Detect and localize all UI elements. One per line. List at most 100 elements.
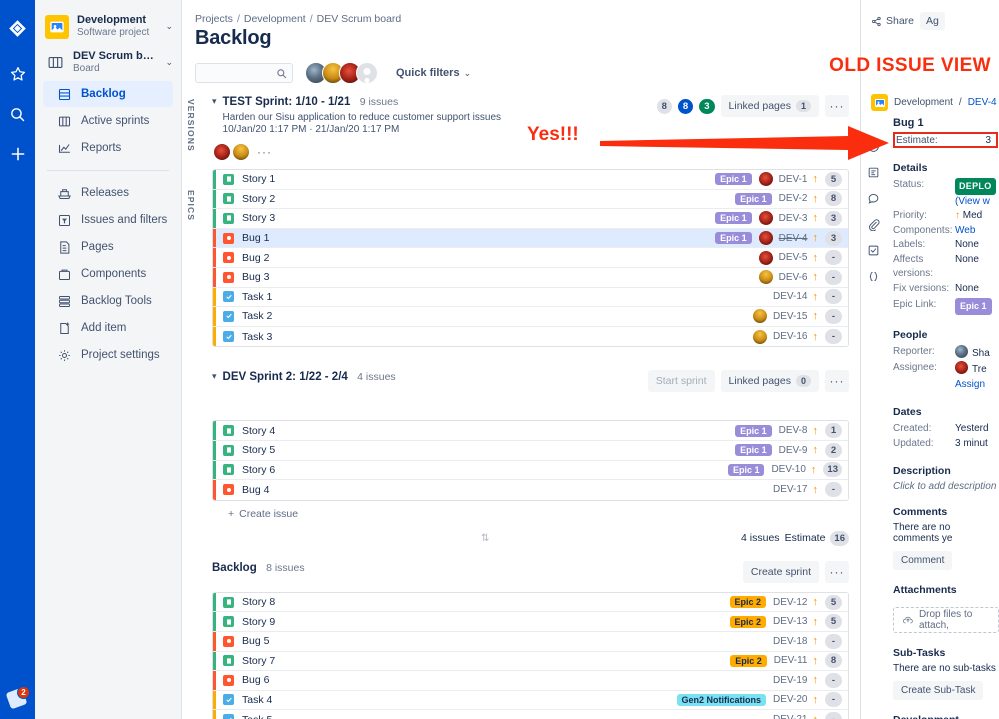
comment-button[interactable]: Comment (893, 551, 953, 570)
priority-medium-icon[interactable]: ↑ (813, 444, 819, 456)
issue-key[interactable]: DEV-16 (773, 331, 807, 342)
table-row[interactable]: Task 3 DEV-16 ↑ - (213, 326, 848, 347)
project-header[interactable]: Development Software project ⌄ (35, 8, 181, 45)
section-more-button[interactable]: ··· (825, 560, 849, 583)
epic-tag[interactable]: Epic 1 (715, 212, 752, 225)
sidebar-item-active-sprints[interactable]: Active sprints (43, 108, 173, 134)
issue-key[interactable]: DEV-6 (779, 272, 808, 283)
epic-link-chip[interactable]: Epic 1 (955, 298, 992, 315)
sidebar-item-reports[interactable]: Reports (43, 135, 173, 161)
epic-tag[interactable]: Epic 1 (727, 463, 765, 476)
epic-tag[interactable]: Epic 1 (715, 173, 752, 186)
priority-medium-icon[interactable]: ↑ (813, 694, 819, 706)
status-badge[interactable]: DEPLO (955, 178, 996, 195)
estimate-badge[interactable]: 2 (825, 442, 842, 458)
epic-tag[interactable]: Epic 2 (729, 596, 767, 609)
issue-key[interactable]: DEV-2 (779, 193, 808, 204)
table-row[interactable]: Task 4 Gen2 Notifications DEV-20 ↑ - (213, 690, 848, 711)
jira-logo-icon[interactable] (0, 8, 35, 48)
priority-medium-icon[interactable]: ↑ (813, 655, 819, 667)
issue-key[interactable]: DEV-11 (774, 655, 808, 666)
estimate-badge[interactable]: 8 (825, 191, 842, 207)
breadcrumb-development[interactable]: Development (244, 13, 306, 25)
epic-tag[interactable]: Epic 1 (735, 424, 772, 437)
priority-medium-icon[interactable]: ↑ (813, 271, 819, 283)
priority-medium-icon[interactable]: ↑ (813, 596, 819, 608)
chevron-down-icon[interactable]: ⌄ (165, 21, 175, 32)
table-row[interactable]: Bug 2 DEV-5 ↑ - (213, 248, 848, 268)
search-input-wrapper[interactable] (195, 63, 293, 83)
detail-issue-key[interactable]: DEV-4 (968, 97, 997, 108)
sidebar-item-releases[interactable]: Releases (43, 180, 173, 206)
table-row[interactable]: Bug 5 DEV-18 ↑ - (213, 631, 848, 652)
issue-key[interactable]: DEV-18 (773, 636, 807, 647)
collapse-toggle[interactable]: ▾ (212, 94, 223, 107)
priority-medium-icon[interactable]: ↑ (813, 714, 819, 719)
search-icon[interactable] (0, 94, 35, 134)
table-row[interactable]: Story 8 Epic 2 DEV-12 ↑ 5 (213, 592, 848, 613)
board-header[interactable]: DEV Scrum bo... Board ⌄ (35, 45, 181, 80)
table-row[interactable]: Bug 1 Epic 1 DEV-4 ↑ 3 (213, 228, 848, 249)
avatar[interactable] (758, 211, 773, 226)
assign-link[interactable]: Assign (955, 378, 985, 393)
estimate-badge[interactable]: 5 (825, 614, 842, 630)
view-workflow-link[interactable]: (View w (955, 195, 990, 210)
epic-tag[interactable]: Epic 1 (735, 444, 772, 457)
sidebar-item-backlog-tools[interactable]: Backlog Tools (43, 288, 173, 314)
priority-medium-icon[interactable]: ↑ (813, 331, 819, 343)
sidebar-item-add-item[interactable]: Add item (43, 315, 173, 341)
issue-key[interactable]: DEV-9 (779, 445, 808, 456)
create-sprint-button[interactable]: Create sprint (742, 560, 819, 583)
priority-medium-icon[interactable]: ↑ (813, 484, 819, 496)
table-row[interactable]: Story 5 Epic 1 DEV-9 ↑ 2 (213, 440, 848, 461)
estimate-badge[interactable]: - (825, 329, 842, 345)
status-count-badge[interactable]: 8 (677, 98, 694, 114)
issue-key[interactable]: DEV-14 (773, 291, 807, 302)
issue-key[interactable]: DEV-1 (779, 174, 808, 185)
create-subtask-button[interactable]: Create Sub-Task (893, 681, 984, 700)
priority-medium-icon[interactable]: ↑ (813, 291, 819, 303)
priority-medium-icon[interactable]: ↑ (813, 635, 819, 647)
priority-medium-icon[interactable]: ↑ (813, 252, 819, 264)
epic-tag[interactable]: Gen2 Notifications (676, 693, 767, 706)
estimate-badge[interactable]: - (825, 250, 842, 266)
table-row[interactable]: Task 1 DEV-14 ↑ - (213, 287, 848, 308)
table-row[interactable]: Story 9 Epic 2 DEV-13 ↑ 5 (213, 612, 848, 632)
avatar[interactable] (753, 309, 768, 324)
issue-key[interactable]: DEV-17 (773, 484, 807, 495)
estimate-badge[interactable]: - (825, 308, 842, 324)
priority-medium-icon[interactable]: ↑ (813, 173, 819, 185)
estimate-badge[interactable]: - (825, 482, 842, 498)
estimate-badge[interactable]: 3 (825, 210, 842, 226)
attachment-dropzone[interactable]: Drop files to attach, (893, 607, 999, 633)
section-more-button[interactable]: ··· (825, 370, 849, 393)
estimate-badge[interactable]: 3 (825, 230, 842, 246)
estimate-badge[interactable]: - (825, 712, 842, 719)
table-row[interactable]: Bug 3 DEV-6 ↑ - (213, 267, 848, 288)
estimate-badge[interactable]: - (825, 692, 842, 708)
priority-medium-icon[interactable]: ↑ (813, 212, 819, 224)
create-issue-button[interactable]: + Create issue (212, 501, 849, 520)
chevron-down-icon[interactable]: ⌄ (165, 57, 175, 68)
table-row[interactable]: Story 4 Epic 1 DEV-8 ↑ 1 (213, 421, 848, 441)
sidebar-item-pages[interactable]: Pages (43, 234, 173, 260)
quick-filters-dropdown[interactable]: Quick filters ⌄ (396, 67, 471, 79)
estimate-badge[interactable]: - (825, 672, 842, 688)
priority-medium-icon[interactable]: ↑ (813, 232, 819, 244)
status-count-badge[interactable]: 3 (699, 98, 715, 114)
linked-pages-button[interactable]: Linked pages 0 (720, 370, 819, 393)
issue-key[interactable]: DEV-20 (773, 694, 807, 705)
details-list-icon[interactable] (867, 166, 880, 179)
priority-medium-icon[interactable]: ↑ (813, 193, 819, 205)
avatar-filter-group[interactable] (305, 62, 378, 84)
avatar[interactable] (758, 250, 773, 265)
priority-medium-icon[interactable]: ↑ (813, 674, 819, 686)
start-sprint-button[interactable]: Start sprint (647, 370, 715, 393)
side-tab-versions[interactable]: VERSIONS (186, 99, 196, 152)
issue-key[interactable]: DEV-15 (773, 311, 807, 322)
sprint-avatars-more[interactable]: ··· (252, 145, 272, 159)
priority-medium-icon[interactable]: ↑ (813, 425, 819, 437)
priority-medium-icon[interactable]: ↑ (811, 464, 817, 476)
issue-key[interactable]: DEV-19 (773, 675, 807, 686)
table-row[interactable]: Story 7 Epic 2 DEV-11 ↑ 8 (213, 651, 848, 672)
